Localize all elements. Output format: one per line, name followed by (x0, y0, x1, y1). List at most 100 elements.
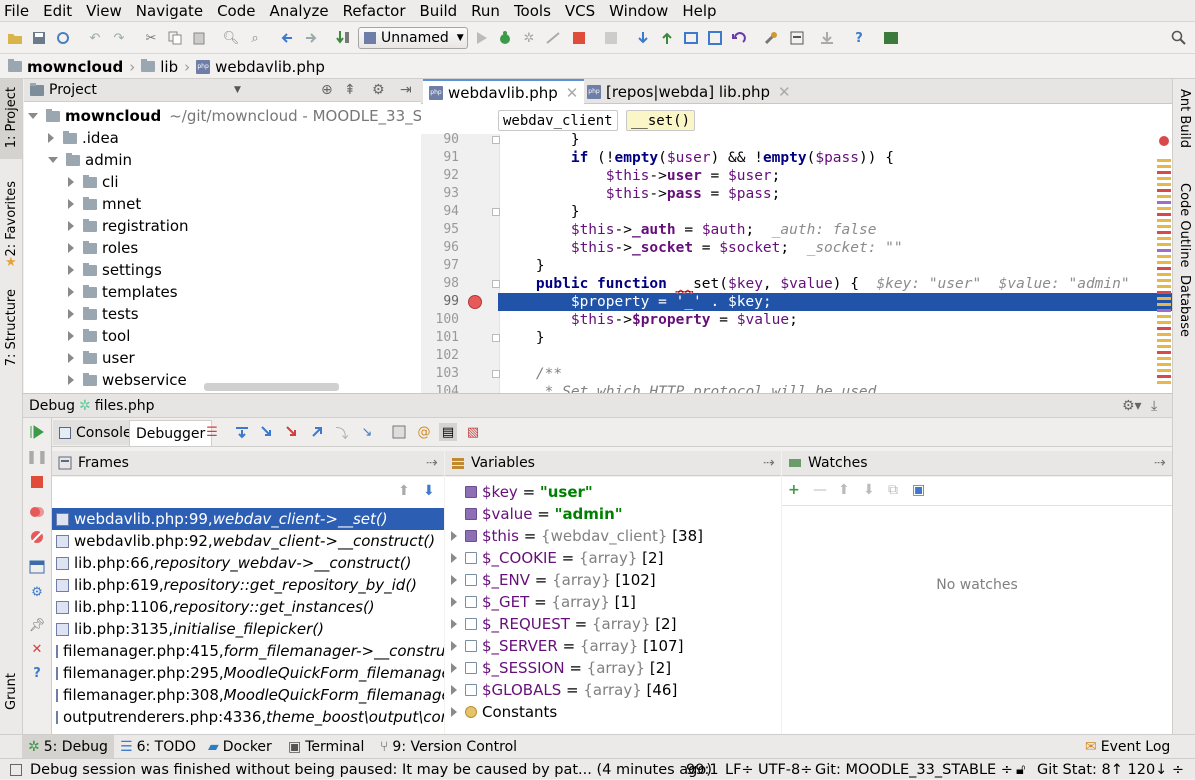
variable-row[interactable]: $_REQUEST = {array} [2] (445, 613, 676, 635)
collapse-icon[interactable] (68, 353, 74, 363)
grunt-tool-button[interactable]: Grunt (4, 673, 19, 710)
structure-tool-button[interactable]: 7: Structure (4, 289, 19, 366)
menu-edit[interactable]: Edit (43, 2, 72, 20)
frame-row[interactable]: lib.php:66, repository_webdav->__constru… (52, 552, 444, 574)
drop-frame-icon[interactable]: ⤵ (333, 423, 351, 442)
step-into-icon[interactable] (258, 423, 276, 441)
variable-row[interactable]: $_COOKIE = {array} [2] (445, 547, 663, 569)
error-stripe[interactable] (1157, 134, 1171, 393)
frame-row[interactable]: webdavlib.php:99, webdav_client->__set() (52, 508, 444, 530)
paste-icon[interactable] (190, 29, 208, 47)
fold-marker-icon[interactable] (492, 370, 500, 378)
ant-build-tool-button[interactable]: Ant Build (1177, 89, 1192, 148)
terminal-icon[interactable] (882, 29, 900, 47)
tab-todo[interactable]: ☰ 6: TODO (120, 735, 196, 759)
variable-row[interactable]: $_SESSION = {array} [2] (445, 657, 671, 679)
lock-icon[interactable]: 🔓︎ (1016, 760, 1025, 780)
settings-icon[interactable]: ⚙ (28, 583, 46, 601)
duplicate-watch-icon[interactable]: ⧉ (888, 482, 898, 498)
save-icon[interactable] (30, 29, 48, 47)
debug-icon[interactable] (496, 29, 514, 47)
tree-item[interactable]: webservice (68, 369, 187, 391)
move-up-icon[interactable]: ⬆ (838, 482, 850, 498)
hide-panel-icon[interactable]: ⇢ (1154, 455, 1166, 471)
menu-vcs[interactable]: VCS (565, 2, 595, 20)
evaluate-expression-icon[interactable] (390, 423, 408, 441)
help-icon[interactable]: ? (28, 664, 46, 682)
variable-row[interactable]: $_GET = {array} [1] (445, 591, 636, 613)
collapse-all-icon[interactable]: ⇞ (344, 82, 356, 98)
show-execution-point-icon[interactable]: ☰ (203, 423, 221, 441)
expand-icon[interactable] (451, 641, 457, 651)
expand-icon[interactable] (48, 157, 58, 163)
chevron-down-icon[interactable]: ▼ (234, 85, 241, 95)
project-structure-icon[interactable] (788, 29, 806, 47)
file-encoding[interactable]: UTF-8÷ (758, 760, 812, 780)
crumb-class[interactable]: webdav_client (498, 110, 618, 131)
vcs-history-icon[interactable] (706, 29, 724, 47)
tab-repos-lib[interactable]: php [repos|webda] lib.php ✕ (581, 79, 797, 104)
frame-row[interactable]: filemanager.php:415, form_filemanager->_… (52, 640, 444, 662)
tree-item[interactable]: settings (68, 259, 162, 281)
deploy-icon[interactable] (818, 29, 836, 47)
resume-icon[interactable] (28, 423, 46, 441)
tab-version-control[interactable]: ⑂ 9: Version Control (380, 735, 517, 759)
tab-terminal[interactable]: ▣ Terminal (288, 735, 364, 759)
sync-icon[interactable] (54, 29, 72, 47)
status-message[interactable]: Debug session was finished without being… (30, 760, 712, 780)
tab-event-log[interactable]: ✉ Event Log (1085, 735, 1170, 759)
menu-build[interactable]: Build (420, 2, 458, 20)
tree-item[interactable]: mnet (68, 193, 141, 215)
sync-icon[interactable]: ⊕ (321, 82, 333, 98)
menu-file[interactable]: File (4, 2, 29, 20)
close-icon[interactable]: ✕ (28, 640, 46, 658)
code-editor[interactable]: webdav_client __set() 90 91 92 93 94 95 96 97 98… (421, 104, 1172, 393)
run-config-select[interactable]: Unnamed ▼ (358, 27, 468, 49)
collapse-icon[interactable] (68, 221, 74, 231)
menu-code[interactable]: Code (217, 2, 255, 20)
hide-panel-icon[interactable]: ⤓ (1151, 398, 1157, 414)
move-down-icon[interactable]: ⬇ (863, 482, 875, 498)
tree-scrollbar[interactable] (204, 383, 339, 391)
vcs-revert-icon[interactable] (730, 29, 748, 47)
hide-panel-icon[interactable]: ⇢ (426, 455, 438, 471)
add-watch-icon[interactable]: + (788, 482, 800, 498)
gear-icon[interactable]: ⚙▾ (1122, 398, 1142, 414)
fold-marker-icon[interactable] (492, 280, 500, 288)
frame-row[interactable]: filemanager.php:308, MoodleQuickForm_fil… (52, 684, 444, 706)
expand-icon[interactable] (451, 685, 457, 695)
remove-watch-icon[interactable]: — (813, 482, 827, 498)
hide-panel-icon[interactable]: ⇢ (763, 455, 775, 471)
collapse-icon[interactable] (48, 133, 54, 143)
open-folder-icon[interactable] (6, 29, 24, 47)
tree-item[interactable]: cli (68, 171, 119, 193)
gear-icon[interactable]: ⚙ (372, 82, 385, 98)
help-icon[interactable]: ? (850, 29, 868, 47)
tree-item[interactable]: roles (68, 237, 138, 259)
stop-icon[interactable] (570, 29, 588, 47)
frame-row[interactable]: lib.php:1106, repository::get_instances(… (52, 596, 444, 618)
menu-run[interactable]: Run (471, 2, 500, 20)
expand-icon[interactable] (451, 663, 457, 673)
variable-row[interactable]: $GLOBALS = {array} [46] (445, 679, 677, 701)
menu-refactor[interactable]: Refactor (343, 2, 406, 20)
tree-item[interactable]: user (68, 347, 135, 369)
back-icon[interactable] (278, 29, 296, 47)
caret-position[interactable]: 99:1 (686, 760, 719, 780)
tree-item[interactable]: registration (68, 215, 189, 237)
menu-window[interactable]: Window (609, 2, 668, 20)
breakpoint-icon[interactable] (468, 295, 482, 309)
stop-icon[interactable] (28, 473, 46, 491)
menu-tools[interactable]: Tools (514, 2, 551, 20)
layout-icon[interactable] (28, 558, 46, 576)
crumb-method[interactable]: __set() (626, 110, 696, 131)
collapse-icon[interactable] (68, 331, 74, 341)
tab-docker[interactable]: ▰ Docker (208, 735, 272, 759)
settings-wrench-icon[interactable] (762, 29, 780, 47)
variable-row[interactable]: Constants (445, 701, 557, 723)
breadcrumb-project[interactable]: mowncloud (8, 58, 123, 76)
variable-row[interactable]: $_SERVER = {array} [107] (445, 635, 683, 657)
step-out-icon[interactable] (308, 423, 326, 441)
make-icon[interactable] (334, 29, 352, 47)
mute-breakpoints-icon[interactable] (28, 528, 46, 546)
